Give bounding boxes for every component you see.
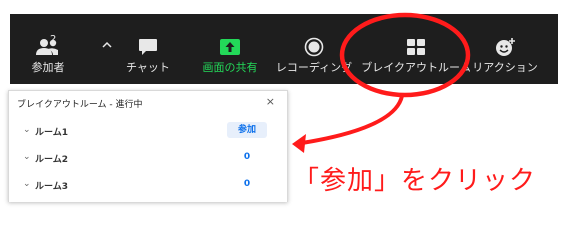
breakout-rooms-label: ブレイクアウトルーム xyxy=(361,61,471,74)
room-name: ルーム1 xyxy=(35,128,68,138)
room-row[interactable]: ⌄ ルーム3 0 xyxy=(9,176,287,194)
record-label: レコーディング xyxy=(275,61,353,74)
chevron-down-icon[interactable]: ⌄ xyxy=(23,179,31,189)
chevron-down-icon[interactable]: ⌄ xyxy=(23,152,31,162)
panel-title: ブレイクアウトルーム - 進行中 xyxy=(17,100,143,110)
chevron-up-icon[interactable] xyxy=(102,41,112,51)
chat-bubble-icon xyxy=(138,36,158,58)
reactions-button[interactable]: リアクション xyxy=(470,36,540,80)
chat-button[interactable]: チャット xyxy=(120,36,176,80)
room-row[interactable]: ⌄ ルーム2 0 xyxy=(9,149,287,167)
room-row[interactable]: ⌄ ルーム1 参加 xyxy=(9,122,287,140)
instruction-callout: 「参加」をクリック xyxy=(293,166,537,196)
join-button[interactable]: 参加 xyxy=(227,122,267,138)
arrowhead xyxy=(292,134,306,153)
record-icon xyxy=(304,36,324,58)
close-icon[interactable]: × xyxy=(266,95,275,108)
participant-count-badge[interactable]: 0 xyxy=(227,149,267,165)
chat-label: チャット xyxy=(126,61,170,74)
share-screen-icon xyxy=(219,36,241,58)
record-button[interactable]: レコーディング xyxy=(276,36,352,80)
screenshot-stage: 2 参加者 チャット 画面の共有 レコーディング ブレイクアウトルーム リアクシ… xyxy=(0,0,568,202)
breakout-rooms-panel: ブレイクアウトルーム - 進行中 × ⌄ ルーム1 参加 ⌄ ルーム2 0 ⌄ … xyxy=(8,90,288,202)
share-screen-button[interactable]: 画面の共有 xyxy=(198,36,262,80)
room-name: ルーム2 xyxy=(35,155,68,165)
room-name: ルーム3 xyxy=(35,182,68,192)
arrow-line xyxy=(301,95,404,145)
participants-label: 参加者 xyxy=(31,61,65,74)
participants-button[interactable]: 2 参加者 xyxy=(26,34,70,80)
breakout-rooms-button[interactable]: ブレイクアウトルーム xyxy=(360,36,472,80)
reactions-label: リアクション xyxy=(472,61,538,74)
grid-icon xyxy=(406,36,426,58)
participant-count: 2 xyxy=(50,34,57,45)
participant-count-badge[interactable]: 0 xyxy=(227,176,267,192)
chevron-down-icon[interactable]: ⌄ xyxy=(23,125,31,135)
meeting-toolbar: 2 参加者 チャット 画面の共有 レコーディング ブレイクアウトルーム リアクシ… xyxy=(10,14,558,84)
participants-icon: 2 xyxy=(26,34,70,58)
emoji-plus-icon xyxy=(494,36,516,58)
share-screen-label: 画面の共有 xyxy=(202,61,258,74)
